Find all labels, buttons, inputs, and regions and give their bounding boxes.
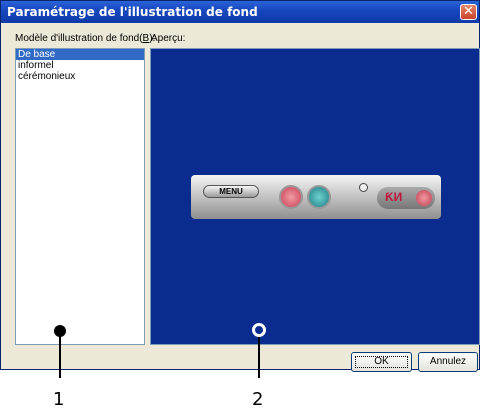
logo-text: ƘИ (385, 190, 403, 204)
model-label-prefix: Modèle d'illustration de fond( (15, 33, 143, 44)
callout-number-1: 1 (53, 389, 65, 410)
preview-label: Aperçu: (151, 33, 186, 44)
save-disk-icon (279, 185, 303, 209)
list-item[interactable]: De base (16, 49, 144, 60)
knob-icon (416, 190, 432, 206)
callout-line-1 (59, 334, 61, 378)
indicator-dot-icon (359, 183, 368, 192)
preview-pane: MENU ƘИ (150, 48, 480, 345)
person-icon (307, 185, 331, 209)
callout-number-2: 2 (252, 389, 264, 410)
focus-rect (355, 356, 408, 368)
background-model-list[interactable]: De base informel cérémonieux (15, 48, 145, 345)
close-icon: ✕ (463, 4, 474, 19)
list-item[interactable]: cérémonieux (16, 71, 144, 82)
skin-logo: ƘИ (377, 187, 435, 209)
list-item[interactable]: informel (16, 60, 144, 71)
cancel-label: Annulez (429, 356, 467, 367)
window-title: Paramétrage de l'illustration de fond (7, 5, 258, 19)
close-button[interactable]: ✕ (460, 4, 477, 20)
menu-pill: MENU (203, 185, 259, 198)
cancel-button[interactable]: Annulez (418, 352, 478, 372)
callout-ring-2 (252, 323, 266, 337)
dialog-window: Paramétrage de l'illustration de fond ✕ … (0, 0, 480, 372)
ok-button[interactable]: OK (351, 352, 412, 372)
skin-preview: MENU ƘИ (191, 175, 441, 219)
title-bar[interactable]: Paramétrage de l'illustration de fond (1, 1, 479, 23)
callout-line-2 (258, 337, 260, 378)
model-label: Modèle d'illustration de fond(B): (15, 33, 155, 44)
